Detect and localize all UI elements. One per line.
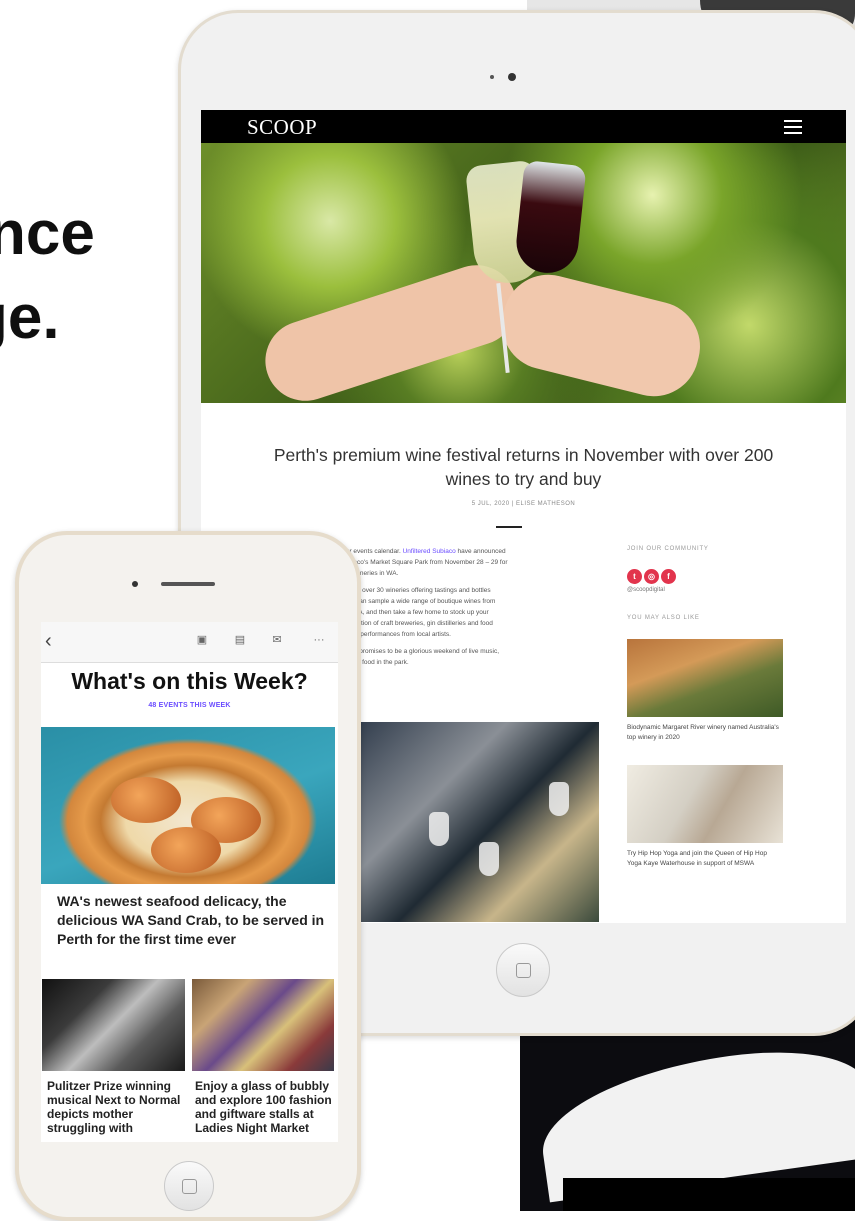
newsletter-title: What's on this Week? bbox=[71, 668, 308, 694]
article-body: m our events calendar. Unfiltered Subiac… bbox=[335, 546, 605, 674]
events-count-link[interactable]: 48 EVENTS THIS WEEK bbox=[41, 702, 338, 709]
more-icon[interactable]: ··· bbox=[309, 634, 329, 646]
event-card-image[interactable] bbox=[192, 979, 334, 1071]
title-divider bbox=[496, 526, 522, 528]
feature-image[interactable] bbox=[41, 727, 335, 884]
article-sidebar: JOIN OUR COMMUNITY t ◎ f @scoopdigital YOU… bbox=[627, 546, 797, 869]
related-thumbnail[interactable] bbox=[627, 639, 783, 717]
feature-headline[interactable]: WA's newest seafood delicacy, the delici… bbox=[57, 892, 325, 949]
article-title: Perth's premium wine festival returns in… bbox=[273, 445, 774, 489]
background-bar bbox=[563, 1178, 855, 1211]
marketing-headline: nce ge. bbox=[0, 188, 95, 464]
glass-shape bbox=[429, 812, 449, 846]
mail-toolbar: ‹ ▣ ▤ ✉ ··· bbox=[41, 622, 338, 663]
phone-screen: ‹ ▣ ▤ ✉ ··· What's on this Week? 48 EVEN… bbox=[41, 622, 338, 1142]
mail-icon[interactable]: ✉ bbox=[271, 634, 283, 646]
phone-device: ‹ ▣ ▤ ✉ ··· What's on this Week? 48 EVEN… bbox=[15, 531, 361, 1221]
twitter-icon[interactable]: t bbox=[627, 569, 642, 584]
body-paragraph: m our events calendar. Unfiltered Subiac… bbox=[335, 546, 605, 579]
headline-line-1: nce bbox=[0, 199, 95, 268]
hero-image bbox=[201, 143, 846, 403]
trash-icon[interactable]: ▤ bbox=[234, 634, 246, 646]
join-community-label: JOIN OUR COMMUNITY bbox=[627, 546, 709, 552]
body-paragraph: nes from over 30 wineries offering tasti… bbox=[335, 585, 605, 640]
headline-line-2: ge. bbox=[0, 283, 60, 352]
also-like-label: YOU MAY ALSO LIKE bbox=[627, 615, 700, 621]
body-text: e Subiaco's Market Square Park from Nove… bbox=[335, 559, 508, 566]
related-thumbnail[interactable] bbox=[627, 765, 783, 843]
site-logo[interactable]: SCOOP bbox=[247, 115, 317, 140]
social-handle[interactable]: @scoopdigital bbox=[627, 587, 797, 593]
hand-shape bbox=[255, 254, 527, 403]
phone-home-button[interactable] bbox=[164, 1161, 214, 1211]
event-card-image[interactable] bbox=[42, 979, 185, 1071]
event-photo bbox=[351, 722, 599, 922]
crab-shape bbox=[111, 777, 181, 823]
phone-speaker bbox=[161, 582, 215, 586]
red-wine-glass bbox=[513, 160, 587, 276]
tablet-home-button[interactable] bbox=[496, 943, 550, 997]
article-meta: 5 JUL, 2020 | ELISE MATHESON bbox=[471, 501, 576, 507]
body-paragraph: vents, it promises to be a glorious week… bbox=[335, 646, 605, 668]
hamburger-menu-icon[interactable] bbox=[784, 120, 802, 134]
archive-icon[interactable]: ▣ bbox=[196, 634, 208, 646]
event-card-title[interactable]: Enjoy a glass of bubbly and explore 100 … bbox=[195, 1079, 333, 1135]
phone-camera-icon bbox=[132, 581, 138, 587]
related-link[interactable]: Try Hip Hop Yoga and join the Queen of H… bbox=[627, 849, 783, 869]
social-links: t ◎ f bbox=[627, 566, 797, 584]
instagram-icon[interactable]: ◎ bbox=[644, 569, 659, 584]
tablet-sensor bbox=[490, 75, 494, 79]
body-link[interactable]: Unfiltered Subiaco bbox=[403, 548, 456, 555]
crab-shape bbox=[151, 827, 221, 873]
hand-shape bbox=[492, 265, 710, 403]
back-chevron-icon[interactable]: ‹ bbox=[45, 630, 52, 653]
facebook-icon[interactable]: f bbox=[661, 569, 676, 584]
glass-shape bbox=[549, 782, 569, 816]
event-card-title[interactable]: Pulitzer Prize winning musical Next to N… bbox=[47, 1079, 181, 1135]
glass-shape bbox=[479, 842, 499, 876]
site-header: SCOOP bbox=[201, 110, 846, 143]
body-text: have announced bbox=[455, 548, 506, 555]
tablet-camera-icon bbox=[508, 73, 516, 81]
related-link[interactable]: Biodynamic Margaret River winery named A… bbox=[627, 723, 783, 743]
